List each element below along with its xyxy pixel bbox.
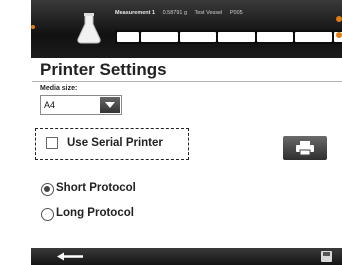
serial-printer-label: Use Serial Printer — [67, 137, 163, 149]
title-divider — [32, 81, 342, 82]
warning-dot-icon — [31, 25, 35, 29]
top-status-bar: Measurement 1 0.58791 g Test Vessel P005 — [31, 0, 342, 58]
back-arrow-icon — [57, 252, 83, 261]
media-size-label: Media size: — [40, 85, 78, 92]
status-value: 0.58791 g — [162, 10, 188, 16]
long-protocol-radio[interactable] — [41, 208, 54, 221]
long-protocol-label: Long Protocol — [56, 207, 134, 219]
progress-segment — [117, 32, 139, 42]
print-button[interactable] — [283, 136, 327, 160]
printer-icon — [296, 141, 314, 156]
progress-segment — [140, 32, 178, 42]
media-size-select[interactable]: A4 — [40, 95, 122, 115]
status-vessel-value: P005 — [229, 10, 243, 16]
progress-segment — [295, 32, 333, 42]
progress-segment — [256, 32, 294, 42]
save-icon[interactable] — [321, 251, 332, 262]
media-size-value: A4 — [44, 100, 56, 110]
short-protocol-radio[interactable] — [41, 183, 54, 196]
progress-segments — [115, 30, 342, 44]
flask-icon — [75, 12, 103, 46]
chevron-down-icon[interactable] — [100, 97, 120, 113]
serial-printer-option[interactable]: Use Serial Printer — [35, 128, 189, 160]
progress-segment — [218, 32, 255, 42]
orange-indicator-icon — [336, 16, 342, 52]
back-button[interactable] — [31, 248, 111, 265]
page-title: Printer Settings — [40, 60, 167, 79]
serial-printer-checkbox[interactable] — [46, 137, 58, 149]
status-vessel-label: Test Vessel — [194, 10, 223, 16]
bottom-nav-bar — [31, 248, 342, 265]
short-protocol-label: Short Protocol — [56, 182, 136, 194]
status-key: Measurement 1 — [115, 10, 156, 16]
progress-segment — [179, 32, 217, 42]
status-text: Measurement 1 0.58791 g Test Vessel P005 — [115, 10, 249, 16]
